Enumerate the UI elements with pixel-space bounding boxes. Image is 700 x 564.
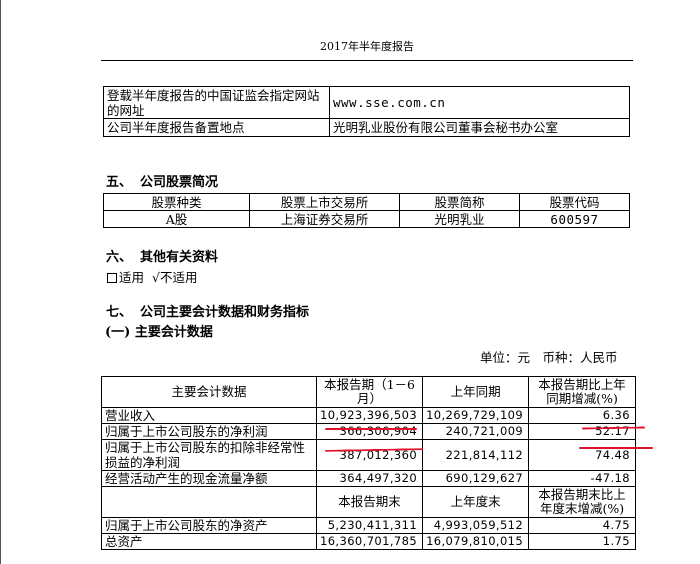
section-7-heading: 七、 公司主要会计数据和财务指标 bbox=[106, 305, 309, 321]
row-label: 归属于上市公司股东的扣除非经常性损益的净利润 bbox=[101, 439, 317, 471]
info-label: 公司半年度报告备置地点 bbox=[103, 118, 330, 137]
current-value: 366,306,904 bbox=[315, 423, 424, 440]
column-header: 上年度末 bbox=[422, 486, 530, 518]
current-value: 10,923,396,503 bbox=[315, 407, 424, 424]
row-label: 经营活动产生的现金流量净额 bbox=[101, 470, 317, 487]
section-number: 五、 bbox=[106, 175, 133, 190]
option-no: √不适用 bbox=[152, 270, 198, 285]
current-value: 387,012,360 bbox=[315, 439, 424, 471]
column-header: 股票代码 bbox=[519, 193, 630, 211]
section-number: 六、 bbox=[106, 250, 133, 265]
red-underline-mark bbox=[579, 447, 653, 449]
table-cell: 光明乳业 bbox=[399, 210, 520, 228]
table-header-row: 本报告期末 上年度末 本报告期末比上年度末增减(%) bbox=[101, 486, 636, 518]
change-value: 4.75 bbox=[528, 517, 636, 534]
column-header: 本报告期（1－6月） bbox=[315, 376, 424, 408]
current-value: 364,497,320 bbox=[315, 470, 424, 487]
prior-value: 10,269,729,109 bbox=[422, 407, 530, 424]
table-row: 公司半年度报告备置地点 光明乳业股份有限公司董事会秘书办公室 bbox=[103, 118, 630, 137]
column-header: 股票上市交易所 bbox=[249, 193, 400, 211]
table-row: 登载半年度报告的中国证监会指定网站的网址 www.sse.com.cn bbox=[103, 86, 630, 119]
section-title: 公司股票简况 bbox=[140, 175, 219, 190]
column-header: 股票种类 bbox=[103, 193, 250, 211]
row-label: 营业收入 bbox=[101, 407, 317, 424]
prior-value: 221,814,112 bbox=[422, 439, 530, 471]
change-value: 6.36 bbox=[528, 407, 636, 424]
row-label: 归属于上市公司股东的净利润 bbox=[101, 423, 317, 440]
section-number: 七、 bbox=[106, 305, 133, 320]
column-header: 上年同期 bbox=[422, 376, 530, 408]
column-header: 主要会计数据 bbox=[101, 376, 317, 408]
prior-value: 240,721,009 bbox=[422, 423, 530, 440]
checkbox-icon bbox=[107, 273, 117, 283]
table-row: 归属于上市公司股东的扣除非经常性损益的净利润 387,012,360 221,8… bbox=[101, 439, 636, 471]
column-header: 本报告期末比上年度末增减(%) bbox=[528, 486, 636, 518]
table-cell: 600597 bbox=[519, 210, 630, 228]
table-row: 归属于上市公司股东的净资产 5,230,411,311 4,993,059,51… bbox=[101, 517, 636, 534]
subsection-heading: (一) 主要会计数据 bbox=[105, 325, 213, 340]
table-cell: A股 bbox=[103, 210, 250, 228]
column-header: 本报告期比上年同期增减(%) bbox=[528, 376, 636, 408]
table-row: 总资产 16,360,701,785 16,079,810,015 1.75 bbox=[101, 533, 636, 550]
current-value: 5,230,411,311 bbox=[315, 517, 424, 534]
table-cell: 上海证券交易所 bbox=[249, 210, 400, 228]
section-title: 公司主要会计数据和财务指标 bbox=[140, 305, 310, 320]
current-value: 16,360,701,785 bbox=[315, 533, 424, 550]
change-value: 1.75 bbox=[528, 533, 636, 550]
blank-header-cell bbox=[101, 486, 317, 518]
column-header: 本报告期末 bbox=[315, 486, 424, 518]
info-table: 登载半年度报告的中国证监会指定网站的网址 www.sse.com.cn 公司半年… bbox=[103, 86, 630, 137]
table-row: A股 上海证券交易所 光明乳业 600597 bbox=[103, 210, 630, 228]
column-header: 股票简称 bbox=[399, 193, 520, 211]
stock-table: 股票种类 股票上市交易所 股票简称 股票代码 A股 上海证券交易所 光明乳业 6… bbox=[103, 193, 630, 228]
table-header-row: 股票种类 股票上市交易所 股票简称 股票代码 bbox=[103, 193, 630, 211]
info-label: 登载半年度报告的中国证监会指定网站的网址 bbox=[103, 86, 330, 119]
prior-value: 4,993,059,512 bbox=[422, 517, 530, 534]
change-value: -47.18 bbox=[528, 470, 636, 487]
section-5-heading: 五、 公司股票简况 bbox=[106, 175, 218, 191]
unit-note: 单位：元 币种：人民币 bbox=[480, 350, 618, 365]
page-edge bbox=[0, 0, 1, 564]
section-6-heading: 六、 其他有关资料 bbox=[106, 250, 218, 266]
applicability-options: 适用 √不适用 bbox=[107, 270, 197, 286]
prior-value: 690,129,627 bbox=[422, 470, 530, 487]
row-label: 归属于上市公司股东的净资产 bbox=[101, 517, 317, 534]
table-row: 经营活动产生的现金流量净额 364,497,320 690,129,627 -4… bbox=[101, 470, 636, 487]
change-value: 74.48 bbox=[528, 439, 636, 471]
info-value: www.sse.com.cn bbox=[329, 86, 630, 119]
table-header-row: 主要会计数据 本报告期（1－6月） 上年同期 本报告期比上年同期增减(%) bbox=[101, 376, 636, 408]
row-label: 总资产 bbox=[101, 533, 317, 550]
page-header: 2017年半年度报告 bbox=[101, 40, 633, 61]
section-title: 其他有关资料 bbox=[140, 250, 219, 265]
table-row: 营业收入 10,923,396,503 10,269,729,109 6.36 bbox=[101, 407, 636, 424]
accounting-data-table: 主要会计数据 本报告期（1－6月） 上年同期 本报告期比上年同期增减(%) 营业… bbox=[101, 376, 636, 550]
table-row: 归属于上市公司股东的净利润 366,306,904 240,721,009 52… bbox=[101, 423, 636, 440]
prior-value: 16,079,810,015 bbox=[422, 533, 530, 550]
option-yes: 适用 bbox=[119, 270, 145, 285]
red-underline-mark bbox=[325, 428, 417, 430]
info-value: 光明乳业股份有限公司董事会秘书办公室 bbox=[329, 118, 630, 137]
